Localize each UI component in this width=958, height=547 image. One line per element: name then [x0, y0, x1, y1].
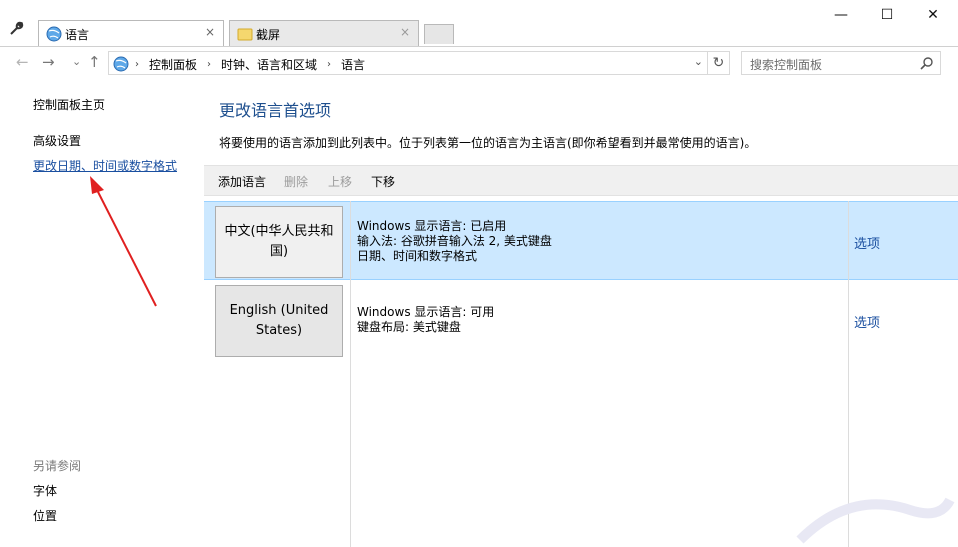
control-panel-icon [113, 56, 129, 72]
advanced-settings-link[interactable]: 高级设置 [33, 132, 81, 149]
wrench-icon[interactable] [8, 20, 24, 36]
options-link[interactable]: 选项 [854, 312, 880, 331]
move-down-button[interactable]: 下移 [371, 173, 395, 190]
options-link[interactable]: 选项 [854, 233, 880, 252]
breadcrumb-control-panel[interactable]: 控制面板 [149, 56, 197, 73]
page-description: 将要使用的语言添加到此列表中。位于列表第一位的语言为主语言(即你希望看到并最常使… [219, 136, 757, 150]
search-placeholder: 搜索控制面板 [750, 58, 823, 72]
folder-icon [237, 28, 253, 41]
language-name-button[interactable]: English (United States) [215, 285, 343, 357]
up-button[interactable]: ↑ [88, 53, 101, 71]
minimize-button[interactable]: — [818, 0, 864, 30]
forward-button[interactable]: → [42, 53, 55, 71]
close-window-button[interactable]: ✕ [910, 0, 956, 30]
language-keyboard: 键盘布局: 美式键盘 [357, 320, 461, 334]
new-tab-button[interactable] [424, 24, 454, 44]
back-button[interactable]: ← [16, 53, 29, 71]
tab-screenshot[interactable]: 截屏 × [229, 20, 419, 46]
title-bar: 语言 × 截屏 × — ☐ ✕ [0, 0, 958, 46]
chevron-right-icon[interactable]: › [207, 59, 211, 70]
maximize-button[interactable]: ☐ [864, 0, 910, 30]
control-panel-home-link[interactable]: 控制面板主页 [33, 96, 105, 113]
chevron-right-icon[interactable]: › [327, 59, 331, 70]
close-icon[interactable]: × [205, 25, 215, 39]
search-input[interactable]: 搜索控制面板 [741, 51, 941, 75]
remove-button[interactable]: 删除 [284, 173, 308, 190]
column-divider [350, 201, 351, 547]
move-up-button[interactable]: 上移 [328, 173, 352, 190]
breadcrumb: › 控制面板 › 时钟、语言和区域 › 语言 [135, 56, 365, 73]
globe-icon [46, 26, 62, 42]
tab-label: 语言 [65, 28, 90, 42]
language-format: 日期、时间和数字格式 [357, 249, 478, 263]
language-status: Windows 显示语言: 可用 [357, 305, 495, 319]
navigation-bar: ← → ⌄ ↑ › 控制面板 › 时钟、语言和区域 › 语言 ⌄ ↻ 搜索控制面… [0, 46, 958, 78]
chevron-down-icon[interactable]: ⌄ [694, 55, 703, 68]
address-bar[interactable]: › 控制面板 › 时钟、语言和区域 › 语言 ⌄ [108, 51, 708, 75]
close-icon[interactable]: × [400, 25, 410, 39]
language-status: Windows 显示语言: 已启用 [357, 219, 507, 233]
annotation-arrow [90, 176, 157, 307]
language-toolbar: 添加语言 删除 上移 下移 [204, 165, 958, 196]
chevron-right-icon[interactable]: › [135, 59, 139, 70]
watermark-graphic [796, 497, 955, 544]
breadcrumb-clock-language-region[interactable]: 时钟、语言和区域 [221, 56, 317, 73]
list-item-english[interactable]: English (United States) Windows 显示语言: 可用… [204, 281, 958, 360]
see-also-header: 另请参阅 [33, 459, 82, 473]
fonts-link[interactable]: 字体 [33, 482, 57, 499]
list-item-chinese[interactable]: 中文(中华人民共和国) Windows 显示语言: 已启用 输入法: 谷歌拼音输… [204, 201, 958, 280]
location-link[interactable]: 位置 [33, 507, 57, 524]
add-language-button[interactable]: 添加语言 [218, 173, 266, 190]
tab-language[interactable]: 语言 × [38, 20, 224, 46]
page-title: 更改语言首选项 [219, 101, 332, 120]
refresh-button[interactable]: ↻ [708, 51, 730, 75]
search-icon[interactable] [920, 56, 934, 70]
language-name-button[interactable]: 中文(中华人民共和国) [215, 206, 343, 278]
language-input-method: 输入法: 谷歌拼音输入法 2, 美式键盘 [357, 234, 552, 248]
breadcrumb-language[interactable]: 语言 [341, 56, 365, 73]
tab-label: 截屏 [256, 28, 281, 42]
recent-locations-button[interactable]: ⌄ [72, 55, 81, 68]
